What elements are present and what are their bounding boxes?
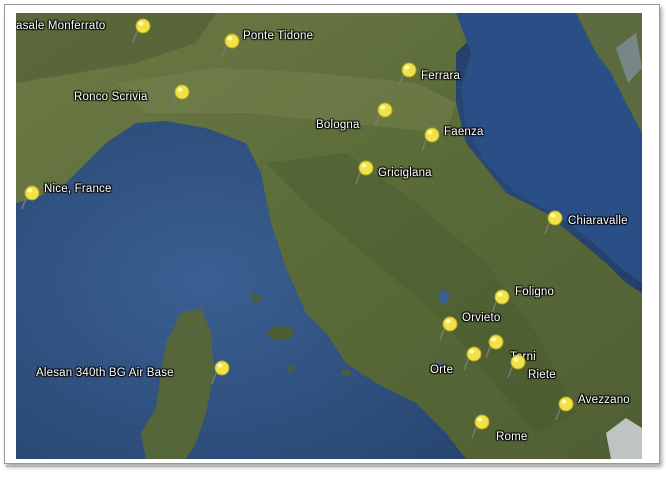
pin-ronco-icon[interactable]	[170, 83, 192, 109]
pin-nice-icon[interactable]	[20, 184, 42, 210]
pin-ferrara-icon[interactable]	[397, 61, 419, 87]
map-frame: asale Monferrato Ponte Tidone Ronco Scri…	[4, 4, 660, 464]
pin-alesan-icon[interactable]	[210, 359, 232, 385]
map-terrain	[16, 13, 642, 459]
pin-orte-icon[interactable]	[462, 345, 484, 371]
label-griciglana: Griciglana	[378, 167, 432, 179]
label-bologna: Bologna	[316, 119, 360, 131]
label-casale: asale Monferrato	[16, 20, 106, 32]
pin-griciglana-icon[interactable]	[354, 159, 376, 185]
label-chiaravalle: Chiaravalle	[568, 215, 628, 227]
pin-orvieto-icon[interactable]	[438, 315, 460, 341]
pin-terni-north-icon[interactable]	[484, 333, 506, 359]
pin-rome-icon[interactable]	[470, 413, 492, 439]
label-rome: Rome	[496, 431, 528, 443]
satellite-map[interactable]: asale Monferrato Ponte Tidone Ronco Scri…	[16, 13, 642, 459]
label-alesan: Alesan 340th BG Air Base	[36, 367, 174, 379]
label-faenza: Faenza	[444, 126, 484, 138]
pin-chiaravalle-icon[interactable]	[543, 209, 565, 235]
label-nice: Nice, France	[44, 183, 112, 195]
label-riete: Riete	[528, 369, 556, 381]
label-foligno: Foligno	[515, 286, 555, 298]
label-orte: Orte	[430, 364, 454, 376]
label-ponte: Ponte Tidone	[243, 30, 314, 42]
pin-ponte-icon[interactable]	[220, 32, 242, 58]
pin-casale-icon[interactable]	[131, 17, 153, 43]
pin-bologna-icon[interactable]	[373, 101, 395, 127]
pin-foligno-icon[interactable]	[490, 288, 512, 314]
label-ferrara: Ferrara	[421, 70, 461, 82]
pin-faenza-icon[interactable]	[420, 126, 442, 152]
label-avezzano: Avezzano	[578, 394, 630, 406]
label-orvieto: Orvieto	[462, 312, 501, 324]
bottom-dotted-border	[6, 466, 658, 467]
label-ronco: Ronco Scrivia	[74, 91, 148, 103]
pin-avezzano-icon[interactable]	[554, 395, 576, 421]
pin-riete-icon[interactable]	[506, 353, 528, 379]
